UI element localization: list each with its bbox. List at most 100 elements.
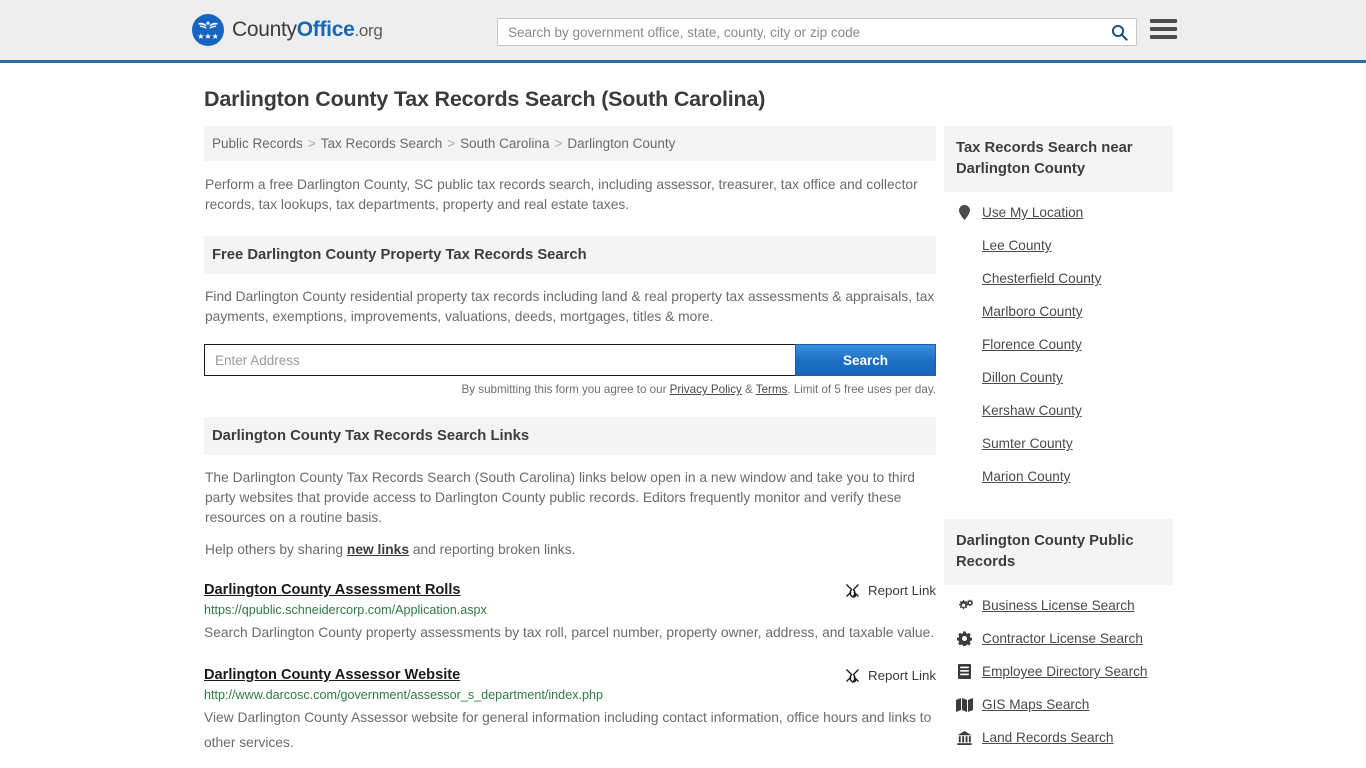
landmark-glyph <box>957 730 972 745</box>
county-office-seal-icon: ★★★ <box>192 14 224 46</box>
magnifier-glyph <box>1111 24 1128 41</box>
page-container: Darlington County Tax Records Search (So… <box>0 87 1366 755</box>
page-title: Darlington County Tax Records Search (So… <box>204 87 766 111</box>
map-icon <box>956 697 973 712</box>
address-input[interactable] <box>204 344 795 376</box>
breadcrumb: Public Records > Tax Records Search > South … <box>204 126 936 161</box>
search-links-body: The Darlington County Tax Records Search… <box>204 468 936 560</box>
sidebar-item-business-license-search[interactable]: Business License Search <box>944 589 1173 622</box>
eagle-icon <box>198 21 218 29</box>
sidebar-item-use-my-location[interactable]: Use My Location <box>944 196 1173 229</box>
sidebar-item-gis-maps-search[interactable]: GIS Maps Search <box>944 688 1173 721</box>
sidebar-link-label[interactable]: Employee Directory Search <box>982 664 1147 679</box>
privacy-policy-link[interactable]: Privacy Policy <box>670 383 742 396</box>
logo-org-text: .org <box>354 21 383 40</box>
sidebar-item-dillon-county[interactable]: Dillon County <box>944 361 1173 394</box>
map-glyph <box>956 697 973 712</box>
map-pin-glyph <box>959 205 970 220</box>
breadcrumb-separator: > <box>447 136 456 151</box>
result-header: Darlington County Assessment Rolls Repor… <box>204 582 936 598</box>
result-description: View Darlington County Assessor website … <box>204 710 932 750</box>
breadcrumb-item-tax-records-search[interactable]: Tax Records Search <box>321 136 443 151</box>
hamburger-bar <box>1150 19 1177 23</box>
sidebar-link-label[interactable]: Chesterfield County <box>982 271 1101 286</box>
sidebar-link-label[interactable]: Dillon County <box>982 370 1063 385</box>
sidebar-item-contractor-license-search[interactable]: Contractor License Search <box>944 622 1173 655</box>
result-description: Search Darlington County property assess… <box>204 625 935 640</box>
sidebar-item-lee-county[interactable]: Lee County <box>944 229 1173 262</box>
public-records-list: Business License Search Contractor Licen… <box>944 589 1173 754</box>
breadcrumb-item-public-records[interactable]: Public Records <box>212 136 303 151</box>
public-records-heading: Darlington County Public Records <box>944 519 1173 585</box>
result-title-link[interactable]: Darlington County Assessor Website <box>204 667 460 683</box>
terms-link[interactable]: Terms <box>756 383 788 396</box>
disclaimer-prefix: By submitting this form you agree to our <box>461 383 670 396</box>
report-link-button[interactable]: Report Link <box>845 582 936 598</box>
sidebar-link-label[interactable]: Florence County <box>982 337 1082 352</box>
cogs-icon <box>956 599 973 613</box>
sidebar-link-label[interactable]: Use My Location <box>982 205 1083 220</box>
property-search-heading: Free Darlington County Property Tax Reco… <box>204 236 936 274</box>
sidebar: Tax Records Search near Darlington Count… <box>944 126 1173 755</box>
main-column: Public Records > Tax Records Search > South … <box>204 126 936 755</box>
breadcrumb-item-darlington-county[interactable]: Darlington County <box>567 136 675 151</box>
new-links-link[interactable]: new links <box>347 542 409 557</box>
result-url: https://qpublic.schneidercorp.com/Applic… <box>204 603 487 617</box>
sidebar-item-employee-directory-search[interactable]: Employee Directory Search <box>944 655 1173 688</box>
sidebar-item-chesterfield-county[interactable]: Chesterfield County <box>944 262 1173 295</box>
header-search-box[interactable] <box>497 18 1137 46</box>
sidebar-link-label[interactable]: GIS Maps Search <box>982 697 1089 712</box>
site-header: ★★★ CountyOffice.org <box>0 0 1366 63</box>
result-title-link[interactable]: Darlington County Assessment Rolls <box>204 582 461 598</box>
sidebar-link-label[interactable]: Marlboro County <box>982 304 1083 319</box>
sidebar-link-label[interactable]: Sumter County <box>982 436 1073 451</box>
hamburger-menu-icon[interactable] <box>1150 19 1177 39</box>
sidebar-item-land-records-search[interactable]: Land Records Search <box>944 721 1173 754</box>
result-item: Darlington County Assessor Website Repor… <box>204 667 936 755</box>
seal-stars: ★★★ <box>197 32 219 41</box>
report-link-label: Report Link <box>868 583 936 598</box>
site-logo-text: CountyOffice.org <box>232 18 383 42</box>
unlink-glyph <box>846 669 859 683</box>
result-url: http://www.darcosc.com/government/assess… <box>204 688 604 702</box>
address-search-form: Search <box>204 344 936 376</box>
sidebar-item-marlboro-county[interactable]: Marlboro County <box>944 295 1173 328</box>
search-input[interactable] <box>498 24 1102 40</box>
hamburger-bar <box>1150 27 1177 31</box>
sidebar-link-label[interactable]: Land Records Search <box>982 730 1113 745</box>
form-disclaimer: By submitting this form you agree to our… <box>204 383 936 396</box>
sidebar-item-sumter-county[interactable]: Sumter County <box>944 427 1173 460</box>
sidebar-link-label[interactable]: Lee County <box>982 238 1052 253</box>
nearby-search-heading: Tax Records Search near Darlington Count… <box>944 126 1173 192</box>
sidebar-item-kershaw-county[interactable]: Kershaw County <box>944 394 1173 427</box>
search-icon[interactable] <box>1102 24 1136 41</box>
id-card-icon <box>956 664 973 679</box>
sidebar-link-label[interactable]: Kershaw County <box>982 403 1082 418</box>
sidebar-link-label[interactable]: Business License Search <box>982 598 1135 613</box>
report-link-button[interactable]: Report Link <box>845 667 936 683</box>
sidebar-link-label[interactable]: Marion County <box>982 469 1070 484</box>
sidebar-item-marion-county[interactable]: Marion County <box>944 460 1173 493</box>
result-item: Darlington County Assessment Rolls Repor… <box>204 582 936 645</box>
search-links-heading: Darlington County Tax Records Search Lin… <box>204 417 936 455</box>
breadcrumb-separator: > <box>554 136 563 151</box>
sidebar-link-label[interactable]: Contractor License Search <box>982 631 1143 646</box>
broken-link-icon <box>845 583 860 598</box>
logo-county-text: County <box>232 18 297 41</box>
cog-icon <box>956 631 973 646</box>
property-search-description-wrap: Find Darlington County residential prope… <box>204 287 936 327</box>
breadcrumb-separator: > <box>307 136 316 151</box>
cog-glyph <box>957 631 972 646</box>
site-logo[interactable]: ★★★ CountyOffice.org <box>192 14 383 46</box>
landmark-icon <box>956 730 973 745</box>
help-others-line: Help others by sharing new links and rep… <box>205 540 935 560</box>
address-search-button[interactable]: Search <box>795 344 936 376</box>
logo-office-text: Office <box>296 18 355 41</box>
help-prefix: Help others by sharing <box>205 542 347 557</box>
sidebar-item-florence-county[interactable]: Florence County <box>944 328 1173 361</box>
id-card-glyph <box>958 664 971 679</box>
nearby-search-list: Use My Location Lee County Chesterfield … <box>944 196 1173 493</box>
breadcrumb-item-south-carolina[interactable]: South Carolina <box>460 136 549 151</box>
page-intro-text: Perform a free Darlington County, SC pub… <box>205 177 918 212</box>
public-records-block: Darlington County Public Records Busines… <box>944 519 1173 754</box>
